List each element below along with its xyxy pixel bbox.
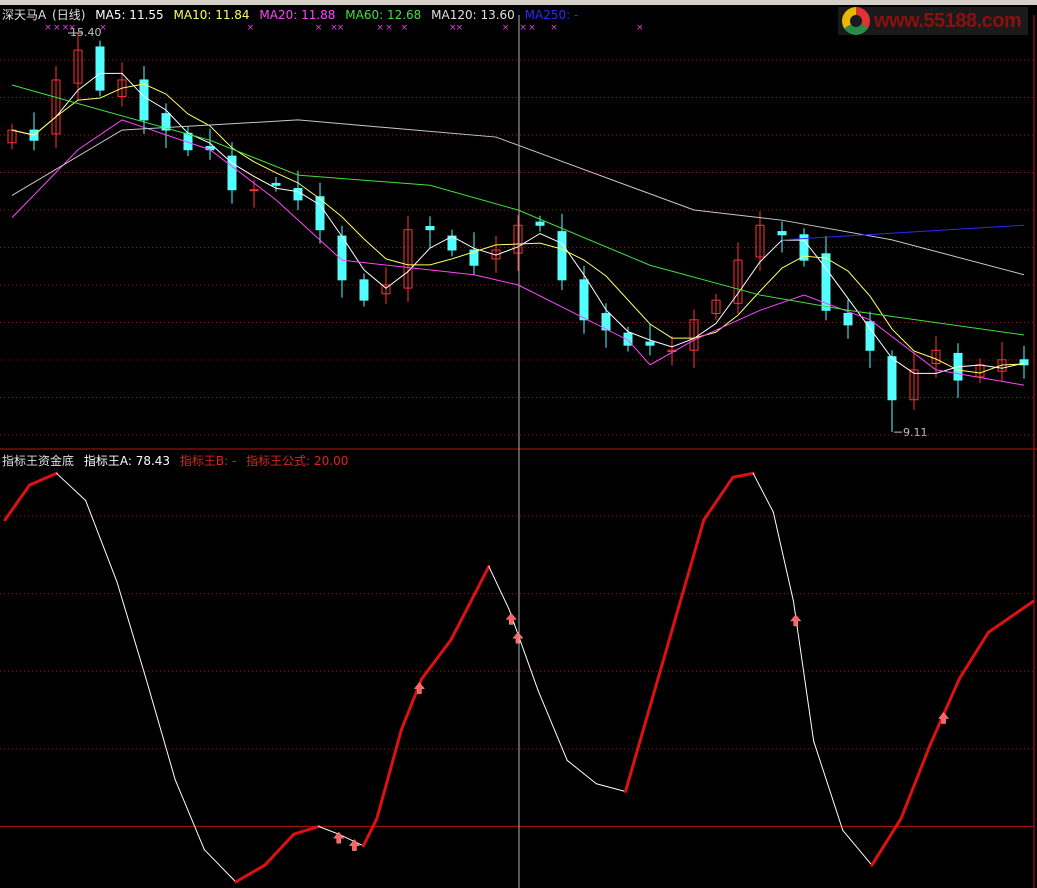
buy-arrow-icon [505,612,517,625]
signal-marker: × [44,23,52,33]
indicator-falling-segment [85,499,118,583]
signal-marker: × [99,23,107,33]
signal-marker: × [315,23,323,33]
indicator-falling-segment [56,472,87,501]
candle-down [579,279,589,321]
signal-marker: × [337,23,345,33]
indicator-rising-segment [623,720,648,793]
candle-down [865,321,875,351]
indicator-rising-segment [375,727,403,821]
indicator-rising-segment [28,471,59,487]
candle-down [535,221,545,226]
indicator-rising-segment [3,483,32,522]
indicator-falling-segment [537,690,568,761]
indicator-rising-segment [644,619,677,724]
indicator-falling-segment [116,581,147,680]
indicator-falling-segment [595,783,626,792]
signal-marker: × [456,23,464,33]
indicator-rising-segment [928,677,961,747]
indicator-rising-segment [420,638,453,681]
signal-marker: × [53,23,61,33]
signal-marker: × [528,23,536,33]
signal-marker: × [502,23,510,33]
indicator-rising-segment [449,599,473,642]
candle-down [271,182,281,186]
indicator-rising-segment [957,630,990,681]
candle-down [645,341,655,346]
signal-marker: × [636,23,644,33]
chart-canvas[interactable]: × × × × × × × × × × × × × × × × × × × [0,0,1037,888]
candle-down [887,356,897,401]
indicator-rising-segment [673,518,706,623]
buy-arrow-icon [333,831,345,844]
indicator-falling-segment [174,779,205,851]
indicator-falling-segment [566,759,597,785]
indicator-rising-segment [702,475,735,522]
indicator-falling-segment [772,511,794,602]
indicator-falling-segment [752,472,774,513]
indicator-falling-segment [145,678,176,781]
indicator-rising-segment [899,743,932,821]
indicator-rising-segment [263,832,296,867]
indicator-rising-segment [361,817,379,848]
candle-down [425,226,435,231]
signal-marker: × [401,23,409,33]
indicator-rising-segment [986,599,1035,634]
buy-arrow-icon [348,839,360,851]
candle-down [777,231,787,236]
signal-marker: × [68,23,76,33]
candle-down [139,79,149,121]
indicator-falling-segment [842,829,873,866]
indicator-falling-segment [488,565,510,610]
indicator-rising-segment [469,564,491,603]
indicator-falling-segment [203,849,237,883]
indicator-rising-segment [870,817,903,867]
buy-arrow-icon [790,614,802,627]
signal-marker: × [550,23,558,33]
indicator-falling-segment [318,825,340,835]
indicator-rising-segment [731,471,755,479]
signal-marker: × [376,23,384,33]
candle-down [843,312,853,326]
candle-down [359,279,369,301]
ma250-line [781,224,1025,241]
candle-up [249,189,259,192]
candle-down [557,231,567,281]
indicator-rising-segment [234,863,267,884]
stock-chart-window: 深天马A (日线) MA5: 11.55 MA10: 11.84 MA20: 1… [0,0,1037,888]
signal-marker: × [519,23,527,33]
indicator-rising-segment [292,824,321,836]
candle-down [293,187,303,201]
indicator-falling-segment [813,740,844,831]
candle-down [95,46,105,91]
signal-marker: × [385,23,393,33]
buy-arrow-icon [512,631,524,644]
signal-marker: × [247,23,255,33]
